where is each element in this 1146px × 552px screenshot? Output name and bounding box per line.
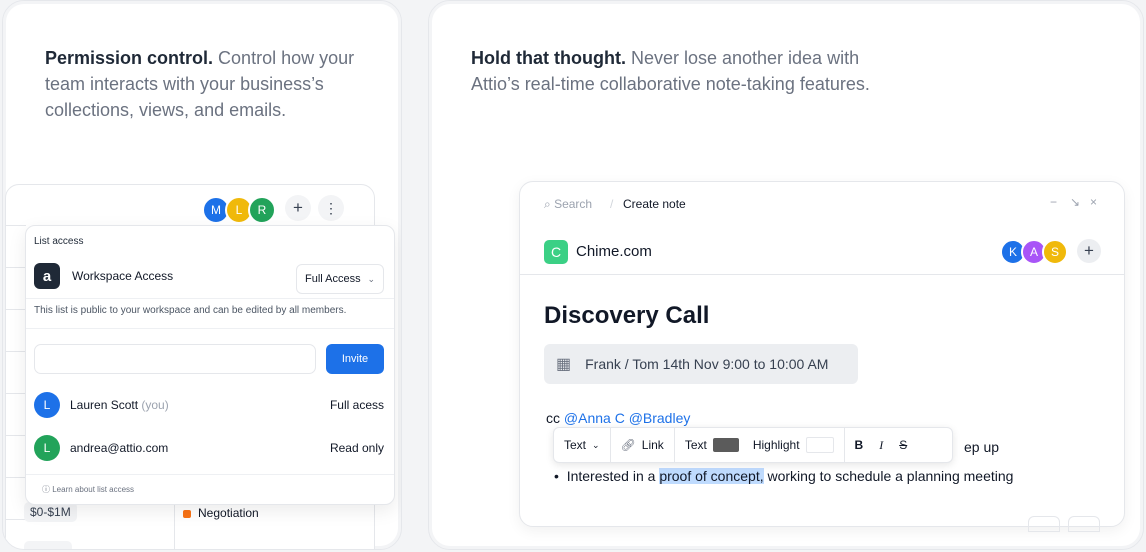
chevron-down-icon: ⌄	[592, 439, 600, 450]
cc-prefix: cc	[546, 410, 564, 426]
format-toolbar: Text ⌄ 🔗︎ Link Text Highlight B I S	[553, 427, 953, 463]
avatar[interactable]: R	[248, 196, 276, 224]
bullet-post: working to schedule a planning meeting	[763, 468, 1014, 484]
mentions[interactable]: @Anna C @Bradley	[564, 410, 690, 426]
meeting-date-chip[interactable]: ▦ Frank / Tom 14th Nov 9:00 to 10:00 AM	[544, 344, 858, 384]
selected-text[interactable]: proof of concept,	[659, 468, 764, 484]
text-style-dropdown[interactable]: Text ⌄	[554, 428, 611, 462]
notes-headline: Hold that thought. Never lose another id…	[471, 45, 891, 97]
style-buttons: B I S	[845, 428, 918, 462]
bullet-item: • Interested in a proof of concept, work…	[554, 468, 1013, 484]
member-role[interactable]: Full acess	[330, 398, 384, 412]
note-window: ⌕ Search / Create note − ↘ × C Chime.com…	[519, 181, 1125, 532]
avatar: L	[34, 435, 60, 461]
strikethrough-button[interactable]: S	[899, 438, 907, 452]
company-logo-icon: C	[544, 240, 568, 264]
add-member-button[interactable]: +	[285, 195, 311, 221]
calendar-icon: ▦	[556, 356, 572, 373]
highlight-color-swatch[interactable]	[805, 437, 834, 453]
cc-line: cc @Anna C @Bradley	[546, 410, 690, 426]
notes-headline-bold: Hold that thought.	[471, 48, 626, 68]
text-style-label: Text	[564, 438, 587, 452]
access-level-value: Full Access	[305, 273, 361, 285]
meeting-date-text: Frank / Tom 14th Nov 9:00 to 10:00 AM	[585, 356, 829, 372]
close-icon[interactable]: ×	[1090, 195, 1097, 209]
permission-card: Permission control. Control how your tea…	[2, 0, 402, 550]
permission-headline: Permission control. Control how your tea…	[45, 45, 375, 123]
avatar-group: M L R	[202, 196, 276, 224]
divider	[26, 328, 394, 329]
member-name-text: Lauren Scott	[70, 398, 139, 412]
avatar[interactable]: S	[1042, 239, 1068, 265]
info-icon: ⓘ	[42, 485, 50, 494]
stage-dot	[183, 510, 191, 518]
learn-more-text: Learn about list access	[52, 485, 135, 494]
add-collaborator-button[interactable]: +	[1077, 239, 1101, 263]
divider	[520, 274, 1124, 275]
learn-more-link[interactable]: ⓘ Learn about list access	[42, 484, 134, 495]
chevron-down-icon: ⌄	[367, 273, 375, 284]
text-color-label: Text	[684, 438, 707, 452]
bullet-dot: •	[554, 468, 567, 484]
member-name: Lauren Scott (you)	[70, 398, 169, 412]
divider	[26, 298, 394, 299]
bullet-pre: Interested in a	[566, 468, 660, 484]
text-color-group[interactable]: Text Highlight	[675, 428, 845, 462]
amount-pill-2	[24, 541, 72, 549]
bold-button[interactable]: B	[855, 438, 864, 452]
obscured-text: ep up	[964, 439, 1000, 455]
attio-logo-icon: a	[34, 263, 60, 289]
notes-card: Hold that thought. Never lose another id…	[428, 0, 1144, 550]
workspace-access-label: Workspace Access	[72, 269, 174, 283]
note-title[interactable]: Discovery Call	[544, 302, 709, 330]
access-description: This list is public to your workspace an…	[34, 305, 347, 316]
link-icon: 🔗︎	[620, 438, 636, 452]
stage-label: Negotiation	[198, 506, 259, 520]
company-name[interactable]: Chime.com	[576, 243, 652, 260]
search-icon: ⌕	[544, 197, 551, 211]
access-level-select[interactable]: Full Access ⌄	[296, 264, 384, 294]
link-label: Link	[641, 438, 664, 452]
avatar: L	[34, 392, 60, 418]
search-crumb[interactable]: ⌕ Search	[544, 197, 592, 212]
amount-pill: $0-$1M	[24, 502, 77, 522]
action-button[interactable]	[1028, 516, 1060, 532]
text-color-swatch[interactable]	[712, 438, 739, 452]
table-grid	[6, 225, 26, 549]
highlight-label: Highlight	[752, 438, 800, 452]
collapse-icon[interactable]: ↘	[1070, 195, 1080, 209]
member-you-suffix: (you)	[141, 398, 169, 412]
permission-headline-bold: Permission control.	[45, 48, 214, 68]
breadcrumb-current: Create note	[623, 197, 686, 211]
list-access-label: List access	[34, 236, 84, 247]
list-access-popup: List access a Workspace Access Full Acce…	[25, 225, 395, 505]
member-name: andrea@attio.com	[70, 441, 169, 455]
breadcrumb-separator: /	[610, 197, 614, 211]
member-role[interactable]: Read only	[330, 441, 384, 455]
collaborator-avatars: K A S	[1000, 239, 1068, 265]
search-placeholder: Search	[554, 197, 593, 211]
action-button[interactable]	[1068, 516, 1100, 532]
more-options-button[interactable]: ⋮	[318, 195, 344, 221]
invite-email-input[interactable]	[34, 344, 316, 374]
divider	[26, 474, 394, 475]
minimize-icon[interactable]: −	[1050, 195, 1057, 209]
invite-button[interactable]: Invite	[326, 344, 384, 374]
link-button[interactable]: 🔗︎ Link	[611, 428, 675, 462]
italic-button[interactable]: I	[879, 438, 883, 453]
